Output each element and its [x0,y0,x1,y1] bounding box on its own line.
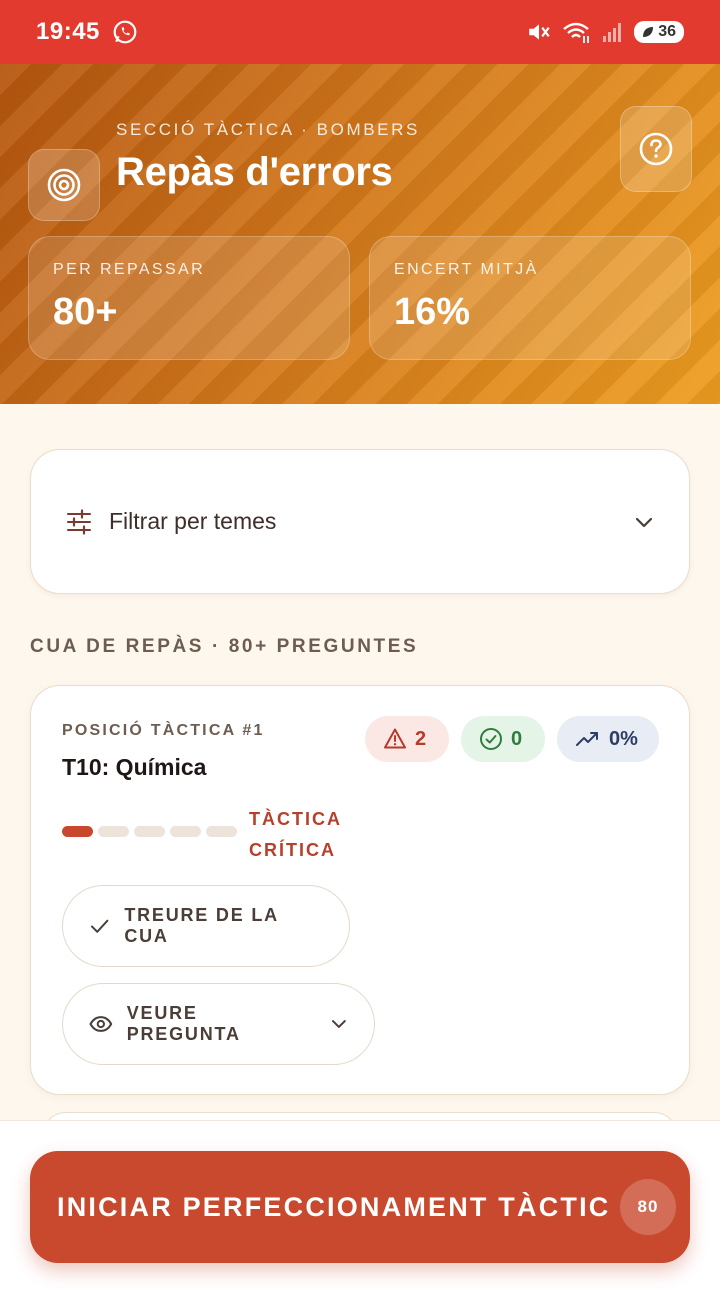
correct-count: 0 [511,727,523,750]
queue-title: CUA DE REPÀS · 80+ PREGUNTES [30,636,419,657]
errors-count: 2 [415,727,427,750]
leaf-icon [643,27,654,37]
stat-to-review: PER REPASSAR 80+ [28,236,350,360]
trend-badge: 0% [557,716,659,762]
eye-icon [89,1016,113,1032]
view-label: VEURE PREGUNTA [126,1003,241,1044]
severity-segment [62,826,93,837]
page-title: Repàs d'errors [116,150,393,194]
battery-level: 36 [658,23,676,40]
sliders-icon [67,508,91,535]
stat-value: 80+ [53,291,118,333]
errors-badge: 2 [365,716,449,762]
start-training-label: INICIAR PERFECCIONAMENT TÀCTIC [57,1191,611,1222]
severity-segment [170,826,201,837]
start-training-button[interactable]: INICIAR PERFECCIONAMENT TÀCTIC 80 [30,1151,690,1263]
status-icons: 36 [526,19,684,45]
header: SECCIÓ TÀCTICA · BOMBERS Repàs d'errors … [0,64,720,404]
whatsapp-icon [113,20,137,44]
severity-segment [134,826,165,837]
chevron-down-icon [332,1020,347,1028]
trending-up-icon [576,732,598,746]
help-icon [639,132,673,166]
help-button[interactable] [620,106,692,192]
topic-filter-dropdown[interactable]: Filtrar per temes [30,449,690,594]
status-bar: 19:45 36 [0,0,720,64]
stat-label: PER REPASSAR [53,261,206,278]
stat-accuracy: ENCERT MITJÀ 16% [369,236,691,360]
severity-label: TÀCTICA CRÍTICA [249,809,342,860]
check-icon [90,919,109,933]
correct-badge: 0 [461,716,545,762]
question-topic: T10: Química [62,754,207,780]
remove-from-queue-button[interactable]: TREURE DE LA CUA [62,885,350,967]
battery-indicator: 36 [634,21,684,43]
wifi-icon [563,22,590,43]
section-kicker: SECCIÓ TÀCTICA · BOMBERS [116,120,420,139]
severity-meter [62,826,237,837]
filter-label: Filtrar per temes [109,508,277,534]
question-badges: 2 0 0% [365,716,659,762]
remove-label: TREURE DE LA CUA [124,905,279,946]
question-card: POSICIÓ TÀCTICA #1 T10: Química 2 0 0% T… [30,685,690,1095]
mute-icon [529,24,550,40]
check-circle-icon [480,728,502,750]
stat-value: 16% [394,291,471,333]
chevron-down-icon [635,517,653,527]
status-time: 19:45 [36,18,100,45]
view-question-button[interactable]: VEURE PREGUNTA [62,983,375,1065]
severity-segment [98,826,129,837]
stat-label: ENCERT MITJÀ [394,261,539,278]
queue-count-badge: 80 [620,1179,676,1235]
severity-segment [206,826,237,837]
trend-value: 0% [609,727,638,750]
signal-icon [603,23,622,42]
warning-icon [384,728,406,749]
target-icon [28,149,100,221]
question-position: POSICIÓ TÀCTICA #1 [62,722,265,739]
